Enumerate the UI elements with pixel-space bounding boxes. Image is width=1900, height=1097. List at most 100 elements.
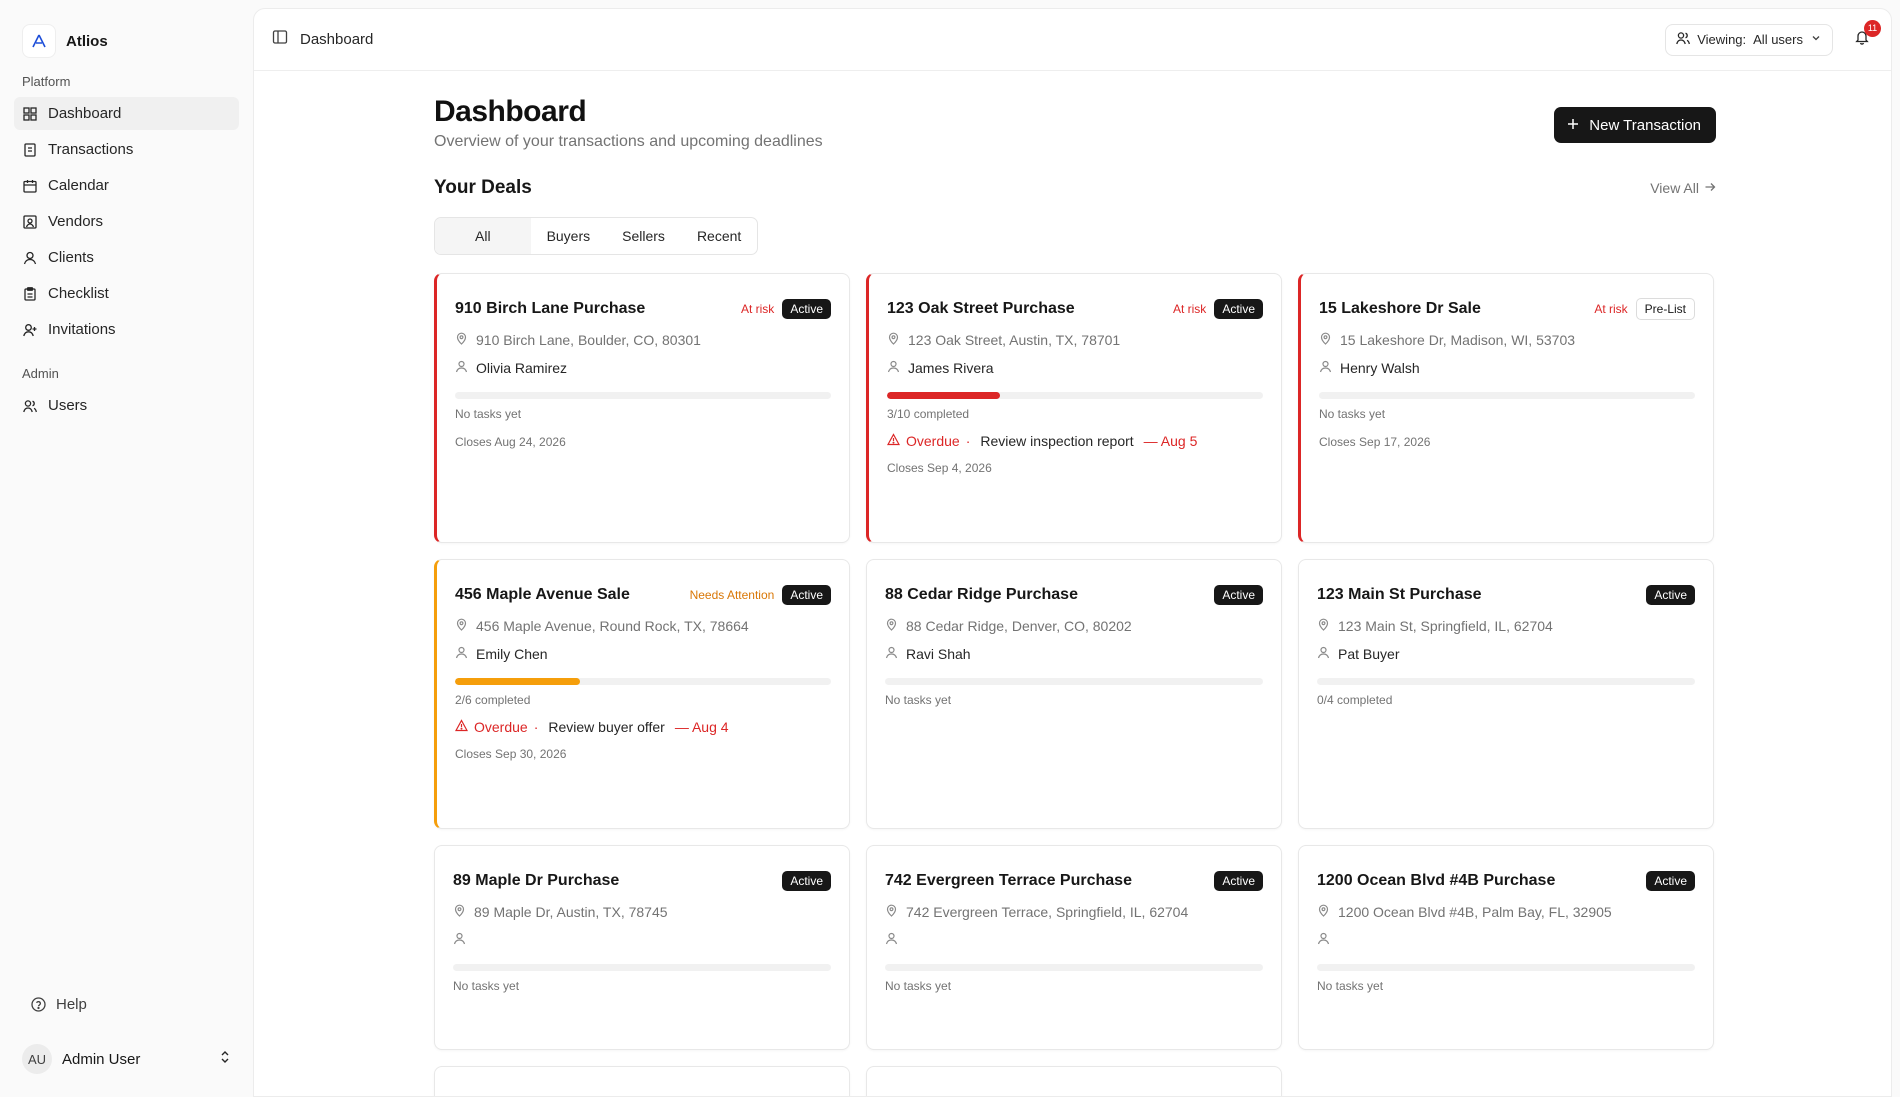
deal-title: 742 Evergreen Terrace Purchase: [885, 872, 1132, 889]
deal-card[interactable]: 123 Main St Purchase Active 123 Main St,…: [1298, 559, 1714, 829]
status-badge: Active: [1214, 299, 1263, 319]
breadcrumb: Dashboard: [300, 31, 374, 48]
sidebar-toggle-icon[interactable]: [272, 29, 288, 50]
deal-title: 456 Maple Avenue Sale: [455, 586, 630, 603]
tab-all[interactable]: All: [435, 218, 531, 254]
map-pin-icon: [887, 332, 900, 348]
sidebar-item-label: Checklist: [48, 285, 109, 302]
separator-dot: ·: [965, 433, 971, 449]
deal-title: 123 Main St Purchase: [1317, 586, 1482, 603]
deal-filter-tabs: All Buyers Sellers Recent: [434, 217, 759, 255]
overdue-task-name: Review inspection report: [980, 433, 1134, 449]
deal-card[interactable]: 456 Maple Avenue Sale Needs Attention Ac…: [434, 559, 850, 829]
sidebar-item-invitations[interactable]: Invitations: [14, 313, 239, 346]
sidebar-item-transactions[interactable]: Transactions: [14, 133, 239, 166]
overdue-task-name: Review buyer offer: [548, 719, 665, 735]
map-pin-icon: [453, 904, 466, 920]
progress-text: 3/10 completed: [887, 407, 970, 421]
view-all-link[interactable]: View All: [1650, 180, 1716, 196]
deal-card[interactable]: 910 Birch Lane Purchase At risk Active 9…: [434, 273, 850, 543]
progress-bar: [885, 678, 1263, 685]
user-name: Admin User: [62, 1050, 141, 1068]
viewing-selector[interactable]: Viewing: All users: [1665, 23, 1833, 56]
tab-recent[interactable]: Recent: [681, 218, 757, 254]
deal-card[interactable]: 123 Oak Street Purchase At risk Active 1…: [866, 273, 1282, 543]
alert-triangle-icon: [886, 433, 901, 449]
deal-address: 456 Maple Avenue, Round Rock, TX, 78664: [476, 618, 749, 634]
sidebar-item-label: Clients: [48, 249, 94, 266]
alert-triangle-icon: [454, 719, 469, 735]
viewing-label: Viewing:: [1697, 32, 1747, 47]
map-pin-icon: [455, 618, 468, 634]
progress-text: 0/4 completed: [1317, 693, 1393, 707]
close-date: Closes Sep 17, 2026: [1319, 435, 1431, 449]
progress-bar: [455, 678, 831, 685]
sidebar-item-checklist[interactable]: Checklist: [14, 277, 239, 310]
user-icon: [453, 932, 466, 948]
sidebar-item-dashboard[interactable]: Dashboard: [14, 97, 239, 130]
main-panel: Dashboard Viewing: All users 11 Dashboar…: [253, 8, 1892, 1097]
deal-title: 15 Lakeshore Dr Sale: [1319, 300, 1481, 317]
notification-badge: 11: [1864, 19, 1881, 37]
sidebar-item-label: Invitations: [48, 321, 116, 338]
help-link[interactable]: Help: [14, 988, 239, 1021]
user-icon: [1319, 360, 1332, 376]
user-icon: [885, 646, 898, 662]
grid-icon: [22, 106, 38, 122]
help-circle-icon: [30, 997, 46, 1013]
deal-address: 742 Evergreen Terrace, Springfield, IL, …: [906, 904, 1189, 920]
map-pin-icon: [1317, 618, 1330, 634]
users-icon: [1676, 31, 1691, 48]
deal-card[interactable]: 742 Evergreen Terrace Purchase Active 74…: [866, 845, 1282, 1050]
plus-icon: [1567, 117, 1579, 134]
progress-text: No tasks yet: [455, 407, 522, 421]
deal-card[interactable]: 89 Maple Dr Purchase Active 89 Maple Dr,…: [434, 845, 850, 1050]
deal-address: 123 Main St, Springfield, IL, 62704: [1338, 618, 1553, 634]
map-pin-icon: [885, 618, 898, 634]
deal-card[interactable]: 15 Lakeshore Dr Sale At risk Pre-List 15…: [1298, 273, 1714, 543]
deal-client: James Rivera: [908, 360, 994, 376]
avatar: AU: [22, 1044, 52, 1074]
risk-flag: At risk: [1172, 302, 1207, 316]
deal-card[interactable]: [434, 1066, 850, 1096]
deal-card[interactable]: [866, 1066, 1282, 1096]
tab-buyers[interactable]: Buyers: [531, 218, 607, 254]
sidebar-item-vendors[interactable]: Vendors: [14, 205, 239, 238]
overdue-task[interactable]: Overdue · Review inspection report — Aug…: [886, 433, 1263, 449]
calendar-icon: [22, 178, 38, 194]
sidebar-item-calendar[interactable]: Calendar: [14, 169, 239, 202]
sidebar-item-label: Vendors: [48, 213, 104, 230]
user-icon: [1317, 932, 1330, 948]
progress-text: No tasks yet: [1319, 407, 1386, 421]
notifications-button[interactable]: 11: [1851, 19, 1881, 51]
deal-card[interactable]: 1200 Ocean Blvd #4B Purchase Active 1200…: [1298, 845, 1714, 1050]
user-icon: [887, 360, 900, 376]
close-date: Closes Sep 4, 2026: [887, 461, 992, 475]
sidebar-item-label: Transactions: [48, 141, 134, 158]
deal-client: Ravi Shah: [906, 646, 971, 662]
user-menu[interactable]: AU Admin User: [14, 1039, 239, 1079]
deal-card[interactable]: 88 Cedar Ridge Purchase Active 88 Cedar …: [866, 559, 1282, 829]
progress-bar: [455, 392, 831, 399]
deal-address: 1200 Ocean Blvd #4B, Palm Bay, FL, 32905: [1338, 904, 1612, 920]
new-transaction-button[interactable]: New Transaction: [1554, 107, 1716, 143]
sidebar-item-clients[interactable]: Clients: [14, 241, 239, 274]
sidebar-item-users[interactable]: Users: [14, 389, 239, 422]
progress-text: No tasks yet: [1317, 979, 1384, 993]
deal-client: Henry Walsh: [1340, 360, 1420, 376]
page-title: Dashboard: [434, 95, 587, 128]
deal-client: Emily Chen: [476, 646, 548, 662]
view-all-label: View All: [1650, 180, 1699, 196]
brand[interactable]: Atlios: [14, 22, 239, 58]
progress-text: No tasks yet: [885, 693, 952, 707]
admin-label: Admin: [22, 366, 59, 381]
tab-sellers[interactable]: Sellers: [606, 218, 681, 254]
status-badge: Pre-List: [1635, 298, 1695, 320]
vendor-icon: [22, 214, 38, 230]
progress-fill: [887, 392, 1000, 399]
progress-bar: [1317, 678, 1695, 685]
sidebar-footer: Help AU Admin User: [14, 988, 239, 1079]
progress-bar: [1317, 964, 1695, 971]
sidebar-item-label: Calendar: [48, 177, 109, 194]
overdue-task[interactable]: Overdue · Review buyer offer — Aug 4: [454, 719, 831, 735]
